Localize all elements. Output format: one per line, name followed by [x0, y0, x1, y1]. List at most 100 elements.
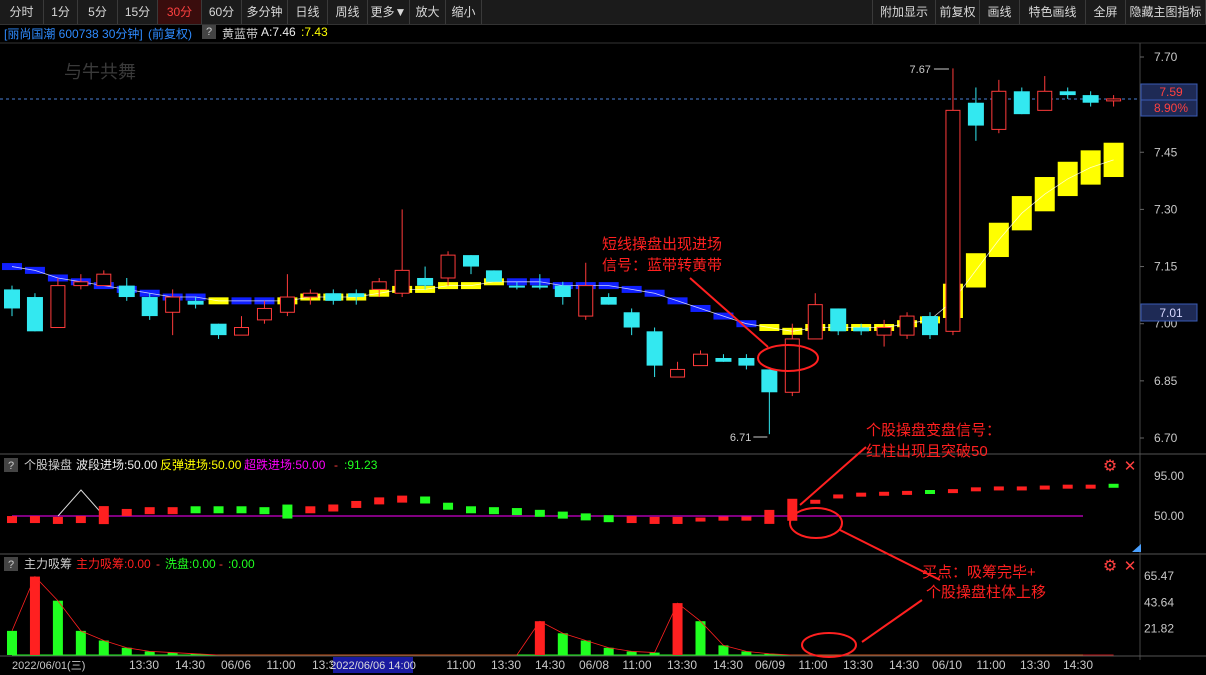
- candle-body-down: [738, 357, 755, 366]
- panel2-bar: [29, 576, 40, 655]
- panel1-bar: [534, 509, 545, 517]
- panel1-bar: [236, 506, 247, 514]
- panel1-triangle: [57, 489, 105, 517]
- time-cursor-label: 2022/06/06 14:00: [330, 660, 416, 672]
- time-axis-label: 14:30: [535, 658, 565, 672]
- panel2-bar: [603, 647, 614, 655]
- candle-body-down: [646, 331, 663, 366]
- candle-body-up: [96, 273, 112, 287]
- candle-body-down: [623, 312, 640, 328]
- panel1-bar: [902, 490, 913, 495]
- panel1-bar: [328, 504, 339, 512]
- panel1-bar: [144, 507, 155, 515]
- candle-body-up: [670, 368, 686, 378]
- current-pct-label: 8.90%: [1154, 101, 1188, 115]
- time-axis-label: 13:30: [129, 658, 159, 672]
- panel1-bar: [167, 507, 178, 515]
- candle-body-up: [73, 281, 89, 287]
- annotation-signal1-line2: 信号：蓝带转黄带: [602, 257, 722, 274]
- time-axis-label: 11:00: [798, 658, 827, 672]
- panel2-axis-label: 65.47: [1144, 569, 1174, 583]
- panel1-help-glyph: ?: [8, 460, 14, 472]
- panel1-corner-marker: [1132, 544, 1141, 552]
- panel2-axis-label: 43.64: [1144, 595, 1174, 609]
- candle-body-down: [554, 285, 571, 298]
- candle-body-up: [50, 285, 66, 329]
- panel2-title: 主力吸筹: [24, 557, 72, 571]
- time-axis-label: 13:30: [843, 658, 873, 672]
- panel2-legend-1: 主力吸筹:0.00: [76, 557, 151, 571]
- panel1-legend-4: :91.23: [344, 458, 378, 472]
- panel1-bar: [810, 499, 821, 504]
- candle-body-down: [853, 327, 870, 332]
- panel1-bar: [443, 502, 454, 510]
- candle-body-up: [784, 338, 800, 393]
- candle-body-down: [830, 308, 847, 332]
- panel1-bar: [925, 490, 935, 494]
- annotation-signal1-line1: 短线操盘出现进场: [602, 235, 722, 253]
- candle-body-down: [26, 297, 43, 332]
- panel1-bar: [420, 496, 431, 504]
- candle-body-down: [325, 293, 342, 301]
- time-axis-label: 14:30: [175, 658, 205, 672]
- price-tick-label: 7.45: [1154, 145, 1178, 159]
- candle-body-up: [394, 269, 410, 294]
- chart-canvas: 与牛共舞7.707.457.307.157.006.856.707.598.90…: [0, 42, 1206, 673]
- panel2-close-icon: ✕: [1124, 558, 1137, 575]
- current-price-label: 7.59: [1159, 85, 1183, 99]
- panel1-bar: [603, 515, 614, 523]
- annotation-signal2-line2: 红柱出现且突破50: [866, 443, 988, 460]
- candle-body-down: [210, 323, 227, 336]
- panel1-bar: [1062, 484, 1073, 489]
- candle-body-down: [348, 293, 365, 298]
- candle-body-down: [485, 270, 502, 282]
- panel1-bar: [947, 489, 958, 494]
- time-axis-label: 11:00: [446, 658, 475, 672]
- panel2-help-glyph: ?: [8, 559, 14, 571]
- candle-body-up: [693, 353, 708, 367]
- time-axis-label: 13:30: [491, 658, 521, 672]
- annotation-signal2-pointer: [799, 446, 867, 506]
- panel2-bar: [98, 640, 109, 655]
- panel1-bar: [282, 504, 293, 519]
- annotation-signal3-circle: [801, 632, 857, 658]
- time-axis-label: 14:30: [889, 658, 919, 672]
- panel1-bar: [672, 516, 683, 524]
- candle-body-down: [531, 285, 548, 288]
- annotation-signal2-circle: [789, 507, 843, 539]
- panel2-bar: [695, 621, 706, 655]
- panel1-legend-sep: -: [334, 458, 338, 472]
- panel2-bar: [121, 647, 132, 655]
- panel2-bar: [557, 633, 568, 655]
- high-price-label: 7.67: [910, 64, 931, 76]
- panel1-bar: [879, 491, 890, 496]
- panel1-bar: [1039, 485, 1050, 490]
- panel1-bar: [397, 495, 408, 503]
- panel1-legend-2: 反弹进场:50.00: [160, 458, 242, 472]
- panel1-bar: [764, 509, 775, 524]
- candle-body-down: [715, 357, 732, 362]
- panel1-settings-icon: ⚙: [1103, 458, 1117, 475]
- candle-body-up: [440, 254, 456, 279]
- panel1-bar: [488, 507, 499, 515]
- panel1-legend-1: 波段进场:50.00: [76, 457, 158, 472]
- price-tick-label: 7.70: [1154, 50, 1178, 64]
- time-axis-label: 14:30: [1063, 658, 1093, 672]
- time-axis-label: 06/06: [221, 658, 251, 672]
- panel1-bar: [649, 516, 660, 524]
- candle-body-up: [302, 292, 318, 298]
- panel2-legend-sep2: -: [219, 557, 223, 571]
- time-axis-label: 06/09: [755, 658, 785, 672]
- panel1-title: 个股操盘: [24, 457, 72, 472]
- time-axis-label: 06/08: [579, 658, 609, 672]
- panel1-bar: [970, 487, 981, 492]
- panel1-bar: [75, 516, 86, 524]
- panel2-legend-sep1: -: [156, 557, 160, 571]
- panel1-bar: [856, 492, 867, 497]
- candle-body-up: [876, 327, 892, 336]
- panel1-bar: [1108, 483, 1119, 488]
- panel1-bar: [351, 500, 362, 508]
- annotation-signal3-line2: 个股操盘柱体上移: [926, 583, 1046, 601]
- candle-body-up: [371, 281, 387, 290]
- panel2-bar: [75, 630, 86, 655]
